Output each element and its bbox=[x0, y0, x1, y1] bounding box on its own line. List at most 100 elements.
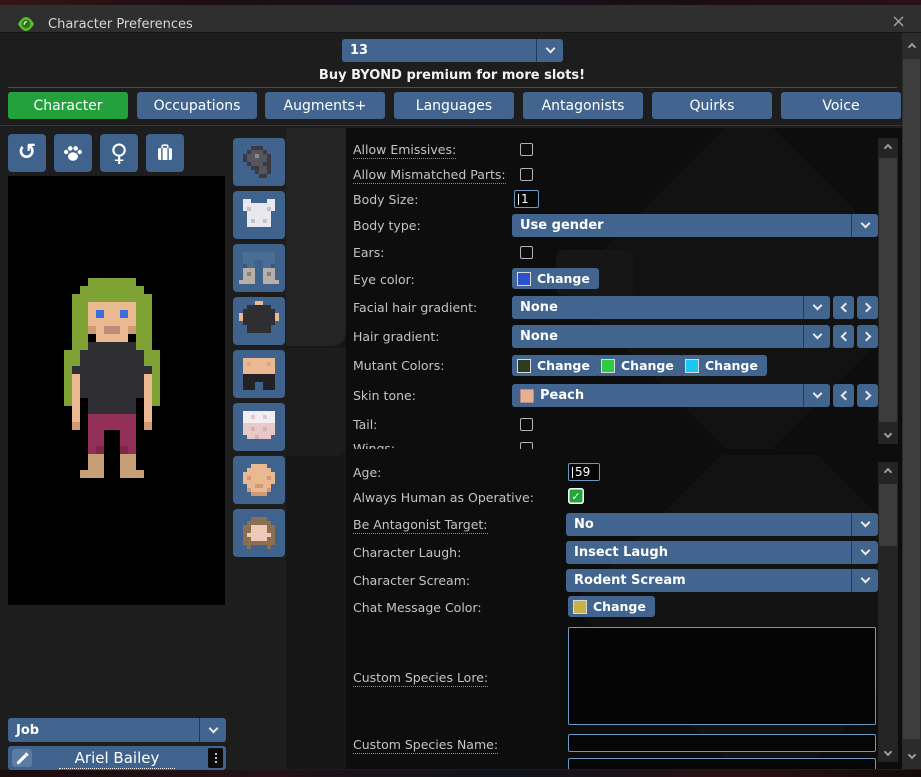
thumb-torso-pants[interactable] bbox=[233, 350, 285, 398]
thumb-bald-head[interactable] bbox=[233, 456, 285, 504]
body-type-select[interactable]: Use gender bbox=[512, 214, 878, 237]
scroll-up-button[interactable] bbox=[878, 462, 898, 478]
mutant-color-2-change-button[interactable]: Change bbox=[596, 355, 683, 376]
thumb-jeans-boots[interactable] bbox=[233, 244, 285, 292]
always-human-checkbox[interactable]: ✓ bbox=[568, 488, 584, 504]
thumb-black-tshirt[interactable] bbox=[233, 297, 285, 345]
chevron-down-icon bbox=[803, 325, 830, 348]
gas-mask-icon bbox=[239, 142, 279, 182]
gender-button[interactable]: ♀ bbox=[100, 134, 138, 172]
tab-augments[interactable]: Augments+ bbox=[265, 92, 385, 119]
byond-logo-icon bbox=[17, 15, 35, 33]
tab-label: Quirks bbox=[690, 98, 735, 114]
window-scrollbar[interactable] bbox=[902, 33, 921, 769]
close-icon[interactable]: × bbox=[891, 13, 906, 31]
tab-occupations[interactable]: Occupations bbox=[137, 92, 257, 119]
premium-note[interactable]: Buy BYOND premium for more slots! bbox=[252, 68, 652, 83]
clipped-text-input[interactable] bbox=[568, 758, 876, 769]
character-name-bar[interactable]: Ariel Bailey bbox=[8, 746, 226, 770]
job-select[interactable]: Job bbox=[8, 718, 226, 742]
scrollbar-thumb[interactable] bbox=[903, 59, 920, 739]
text-caret bbox=[518, 194, 519, 205]
tail-checkbox[interactable] bbox=[520, 418, 533, 431]
undo-button[interactable]: ↺ bbox=[8, 134, 46, 172]
background-game-strip-bottom bbox=[0, 770, 921, 777]
chevron-left-icon bbox=[840, 303, 850, 313]
wings-label: Wings: bbox=[353, 441, 395, 449]
thumb-brown-hair-head[interactable] bbox=[233, 509, 285, 557]
custom-species-name-input[interactable] bbox=[568, 734, 876, 752]
thumb-underwear[interactable] bbox=[233, 403, 285, 451]
black-tshirt-icon bbox=[239, 301, 279, 341]
name-menu-button[interactable] bbox=[208, 748, 223, 768]
torso-pants-icon bbox=[239, 354, 279, 394]
hair-gradient-next-button[interactable] bbox=[857, 325, 878, 348]
character-laugh-select[interactable]: Insect Laugh bbox=[566, 541, 878, 564]
facial-hair-gradient-prev-button[interactable] bbox=[833, 296, 854, 319]
character-scream-select[interactable]: Rodent Scream bbox=[566, 569, 878, 592]
scroll-down-button[interactable] bbox=[878, 746, 898, 762]
hair-gradient-value: None bbox=[512, 329, 803, 344]
edit-name-button[interactable] bbox=[12, 749, 32, 767]
thumb-gas-mask[interactable] bbox=[233, 138, 285, 186]
scroll-down-button[interactable] bbox=[902, 749, 921, 765]
facial-hair-gradient-next-button[interactable] bbox=[857, 296, 878, 319]
skin-tone-text: Peach bbox=[540, 388, 584, 403]
mutant-color-1-change-button[interactable]: Change bbox=[512, 355, 599, 376]
scrollbar-thumb[interactable] bbox=[879, 158, 897, 422]
body-size-input[interactable]: 1 bbox=[514, 190, 539, 208]
scrollbar-thumb[interactable] bbox=[879, 484, 897, 546]
thumb-white-shirt[interactable] bbox=[233, 191, 285, 239]
wings-checkbox[interactable] bbox=[520, 442, 533, 449]
tab-languages[interactable]: Languages bbox=[394, 92, 514, 119]
facial-hair-gradient-value: None bbox=[512, 300, 803, 315]
chat-message-color-change-button[interactable]: Change bbox=[568, 596, 655, 617]
skin-tone-prev-button[interactable] bbox=[833, 384, 854, 407]
facial-hair-gradient-label: Facial hair gradient: bbox=[353, 300, 477, 315]
species-paw-button[interactable] bbox=[54, 134, 92, 172]
change-label: Change bbox=[621, 358, 674, 373]
slot-select[interactable]: 13 bbox=[342, 39, 563, 62]
undo-icon: ↺ bbox=[18, 142, 36, 164]
skin-tone-select[interactable]: Peach bbox=[512, 384, 830, 407]
be-antagonist-target-label: Be Antagonist Target: bbox=[353, 517, 488, 534]
facial-hair-gradient-select[interactable]: None bbox=[512, 296, 830, 319]
chat-message-color-swatch bbox=[573, 600, 587, 614]
custom-species-lore-textarea[interactable] bbox=[568, 627, 876, 725]
character-scrollbar[interactable] bbox=[878, 462, 898, 762]
bald-head-icon bbox=[239, 460, 279, 500]
scroll-up-button[interactable] bbox=[902, 37, 921, 53]
hair-gradient-prev-button[interactable] bbox=[833, 325, 854, 348]
appearance-scrollbar[interactable] bbox=[878, 138, 898, 444]
hair-gradient-select[interactable]: None bbox=[512, 325, 830, 348]
chevron-right-icon bbox=[861, 303, 871, 313]
age-label: Age: bbox=[353, 465, 381, 480]
chat-message-color-label: Chat Message Color: bbox=[353, 600, 482, 615]
tab-voice[interactable]: Voice bbox=[781, 92, 901, 119]
ears-checkbox[interactable] bbox=[520, 246, 533, 259]
character-scream-label: Character Scream: bbox=[353, 573, 470, 588]
eye-color-change-button[interactable]: Change bbox=[512, 268, 599, 289]
female-icon: ♀ bbox=[110, 141, 128, 165]
tab-character[interactable]: Character bbox=[8, 92, 128, 119]
character-preview[interactable] bbox=[8, 176, 225, 605]
skin-tone-next-button[interactable] bbox=[857, 384, 878, 407]
allow-mismatched-parts-label: Allow Mismatched Parts: bbox=[353, 167, 506, 184]
tab-label: Character bbox=[33, 98, 102, 114]
mutant-color-3-change-button[interactable]: Change bbox=[680, 355, 767, 376]
allow-mismatched-parts-checkbox[interactable] bbox=[520, 168, 533, 181]
scroll-up-button[interactable] bbox=[878, 138, 898, 154]
tab-label: Languages bbox=[416, 98, 492, 114]
allow-emissives-checkbox[interactable] bbox=[520, 143, 533, 156]
age-input[interactable]: 59 bbox=[568, 463, 600, 481]
loadout-button[interactable] bbox=[146, 134, 184, 172]
hair-head-icon bbox=[239, 513, 279, 553]
scroll-down-button[interactable] bbox=[878, 428, 898, 444]
character-preferences-window: Character Preferences × 13 Buy BYOND pre… bbox=[0, 0, 921, 777]
be-antagonist-target-select[interactable]: No bbox=[566, 513, 878, 536]
character-name[interactable]: Ariel Bailey bbox=[8, 749, 226, 767]
title-bar[interactable]: Character Preferences × bbox=[0, 5, 921, 33]
tab-antagonists[interactable]: Antagonists bbox=[523, 92, 643, 119]
tail-label: Tail: bbox=[353, 417, 377, 432]
tab-quirks[interactable]: Quirks bbox=[652, 92, 772, 119]
